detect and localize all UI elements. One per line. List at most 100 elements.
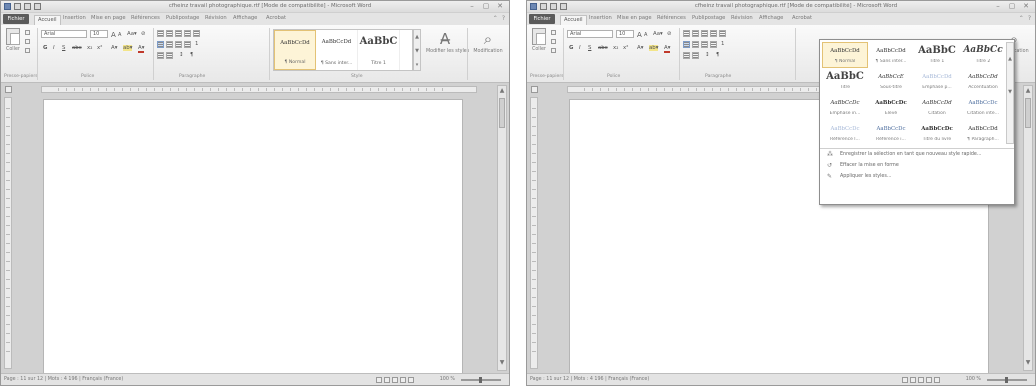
scroll-up-icon[interactable]: ▲ [1024, 86, 1032, 96]
subscript-button[interactable]: x₂ [613, 45, 618, 51]
shading-icon[interactable] [157, 52, 164, 59]
help-icon[interactable]: ? [502, 15, 505, 22]
highlight-icon[interactable]: ab▾ [649, 45, 659, 51]
font-color-icon[interactable]: A▾ [138, 45, 145, 53]
paste-icon[interactable] [532, 28, 546, 45]
font-size-combo[interactable]: 10 [90, 30, 108, 38]
clear-format-icon[interactable]: ⊘ [667, 31, 672, 37]
print-layout-icon[interactable] [376, 377, 382, 383]
show-marks-button[interactable]: ¶ [190, 52, 193, 58]
page-count[interactable]: Page : 11 sur 12 [4, 377, 43, 382]
quick-style-tile[interactable]: AaBbCcDc Élevé [868, 94, 914, 120]
minimize-button[interactable]: – [467, 2, 477, 10]
tab-revision[interactable]: Révision [731, 15, 753, 21]
quick-style-tile[interactable]: AaBbCcDc Référence l... [822, 120, 868, 146]
vertical-scrollbar[interactable]: ▲ ▼ [497, 85, 507, 371]
draft-icon[interactable] [934, 377, 940, 383]
undo-icon[interactable] [550, 3, 557, 10]
quick-style-tile[interactable]: AaBbCcDc Référence i... [868, 120, 914, 146]
text-effects-icon[interactable]: A▾ [637, 45, 643, 51]
gallery-up-icon[interactable]: ▲ [414, 30, 420, 44]
vertical-scrollbar[interactable]: ▲ ▼ [1023, 85, 1033, 371]
zoom-slider[interactable] [987, 377, 1027, 383]
zoom-slider[interactable] [461, 377, 501, 383]
cut-icon[interactable] [551, 30, 556, 35]
subscript-button[interactable]: x₂ [87, 45, 92, 51]
quick-style-tile[interactable]: AaBbCcDd ¶ Sans inter... [868, 42, 914, 68]
font-color-icon[interactable]: A▾ [664, 45, 671, 53]
quick-style-tile[interactable]: AaBbCcDd ¶ Normal [822, 42, 868, 68]
sort-button[interactable]: ↕ [705, 52, 710, 58]
print-layout-icon[interactable] [902, 377, 908, 383]
quick-style-tile[interactable]: AaBbCcE Sous-titre [868, 68, 914, 94]
web-layout-icon[interactable] [392, 377, 398, 383]
format-painter-icon[interactable] [25, 48, 30, 53]
numbering-icon[interactable] [692, 30, 699, 37]
font-name-combo[interactable]: Arial [567, 30, 613, 38]
help-icon[interactable]: ? [1028, 15, 1031, 22]
quick-style-tile[interactable]: AaBbC Titre 1 [914, 42, 960, 68]
gallery-down-icon[interactable]: ▼ [414, 44, 420, 58]
strikethrough-button[interactable]: abc [72, 45, 82, 51]
align-center-icon[interactable] [166, 41, 173, 48]
zoom-level[interactable]: 100 % [966, 377, 981, 382]
decrease-indent-icon[interactable] [184, 30, 191, 37]
minimize-button[interactable]: – [993, 2, 1003, 10]
tab-references[interactable]: Références [657, 15, 686, 21]
italic-button[interactable]: I [53, 45, 55, 51]
quick-style-tile[interactable]: AaBbCcDd Emphase p... [914, 68, 960, 94]
tab-affichage[interactable]: Affichage [759, 15, 783, 21]
increase-indent-icon[interactable] [193, 30, 200, 37]
tab-acrobat[interactable]: Acrobat [266, 15, 286, 21]
redo-icon[interactable] [560, 3, 567, 10]
underline-button[interactable]: S [588, 45, 591, 51]
tab-fichier[interactable]: Fichier [529, 14, 555, 24]
zoom-level[interactable]: 100 % [440, 377, 455, 382]
word-count[interactable]: Mots : 4 196 [48, 377, 78, 382]
save-icon[interactable] [540, 3, 547, 10]
tab-accueil[interactable]: Accueil [34, 15, 61, 25]
shrink-font-button[interactable]: A [644, 32, 647, 38]
align-left-icon[interactable] [157, 41, 164, 48]
tab-publipostage[interactable]: Publipostage [166, 15, 199, 21]
align-center-icon[interactable] [692, 41, 699, 48]
collapse-ribbon-icon[interactable]: ⌃ [1019, 15, 1024, 22]
tab-insertion[interactable]: Insertion [63, 15, 86, 21]
quick-style-tile[interactable]: AaBbC Titre [822, 68, 868, 94]
maximize-button[interactable]: ▢ [481, 2, 491, 10]
quick-style-tile[interactable]: AaBbCcDc Citation inte... [960, 94, 1006, 120]
borders-icon[interactable] [692, 52, 699, 59]
change-case-icon[interactable]: Aa▾ [653, 31, 663, 37]
strikethrough-button[interactable]: abc [598, 45, 608, 51]
full-screen-icon[interactable] [384, 377, 390, 383]
style-titre-1[interactable]: AaBbC Titre 1 [358, 30, 400, 70]
cut-icon[interactable] [25, 30, 30, 35]
shading-icon[interactable] [683, 52, 690, 59]
document-page[interactable] [43, 99, 463, 377]
quick-style-command[interactable]: ⁂ Enregistrer la sélection en tant que no… [820, 149, 1014, 160]
tab-mise-en-page[interactable]: Mise en page [617, 15, 652, 21]
outline-icon[interactable] [926, 377, 932, 383]
tab-references[interactable]: Références [131, 15, 160, 21]
quick-style-tile[interactable]: AaBbCcDd Citation [914, 94, 960, 120]
line-spacing-button[interactable]: 1 [721, 41, 724, 47]
align-right-icon[interactable] [175, 41, 182, 48]
bullets-icon[interactable] [157, 30, 164, 37]
tab-revision[interactable]: Révision [205, 15, 227, 21]
change-case-icon[interactable]: Aa▾ [127, 31, 137, 37]
quick-style-tile[interactable]: AaBbCc Titre 2 [960, 42, 1006, 68]
copy-icon[interactable] [25, 39, 30, 44]
scroll-down-icon[interactable]: ▼ [1024, 358, 1032, 368]
borders-icon[interactable] [166, 52, 173, 59]
quick-style-tile[interactable]: AaBbCcDd Accentuation [960, 68, 1006, 94]
quick-style-command[interactable]: ✎ Appliquer les styles... [820, 171, 1014, 182]
style-normal[interactable]: AaBbCcDd ¶ Normal [274, 30, 316, 70]
show-marks-button[interactable]: ¶ [716, 52, 719, 58]
tab-affichage[interactable]: Affichage [233, 15, 257, 21]
multilevel-list-icon[interactable] [701, 30, 708, 37]
web-layout-icon[interactable] [918, 377, 924, 383]
superscript-button[interactable]: x² [623, 45, 628, 51]
copy-icon[interactable] [551, 39, 556, 44]
clear-format-icon[interactable]: ⊘ [141, 31, 146, 37]
tab-accueil[interactable]: Accueil [560, 15, 587, 25]
